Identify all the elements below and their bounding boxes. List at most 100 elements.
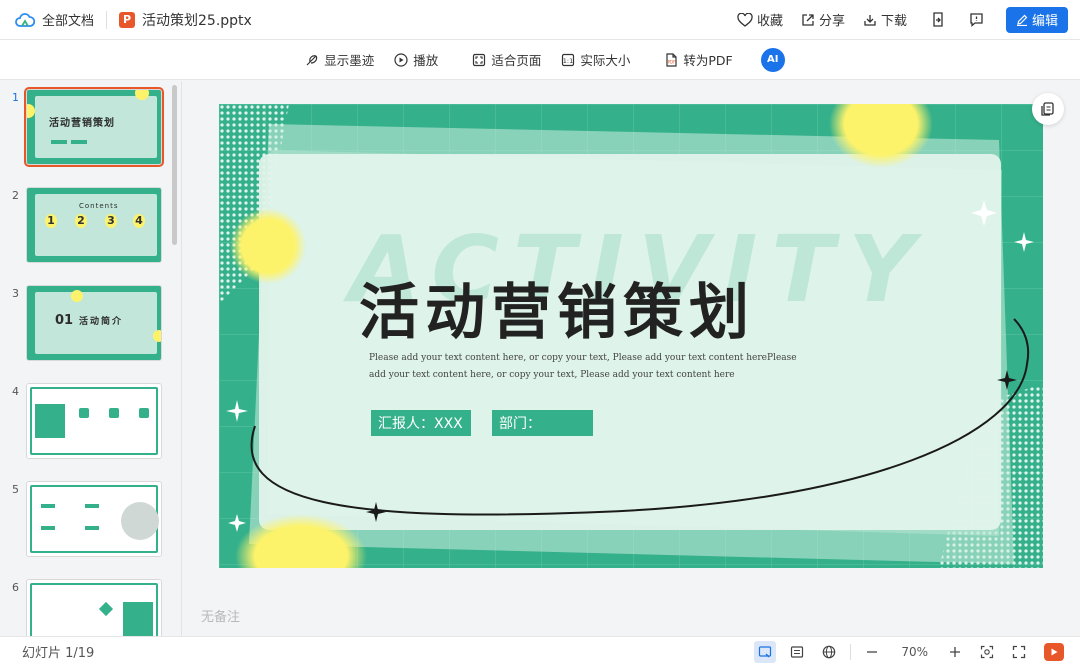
thumbnail-tag: [41, 526, 55, 530]
comment-button[interactable]: [969, 12, 984, 27]
thumbnail-tag: [85, 504, 99, 508]
language-button[interactable]: [818, 641, 840, 663]
thumbnail-4[interactable]: 4: [0, 375, 181, 459]
actual-size-button[interactable]: 1:1 实际大小: [561, 50, 630, 69]
thumbnail-preview[interactable]: [26, 481, 162, 557]
share-button[interactable]: 分享: [801, 10, 845, 29]
thumbnail-preview[interactable]: [26, 383, 162, 459]
yellow-dot: [71, 290, 83, 302]
edit-button[interactable]: 编辑: [1006, 6, 1068, 33]
export-icon: [933, 12, 943, 27]
thumbnail-icon: [79, 408, 89, 418]
svg-text:PDF: PDF: [668, 59, 676, 64]
file-name: 活动策划25.pptx: [142, 12, 252, 29]
slide-thumbnails-panel[interactable]: 1 活动营销策划 2 Contents 1 2 3 4 3 01 活动简介 4 …: [0, 81, 182, 636]
current-slide[interactable]: ACTIVITY 活动营销策划 Please add your text con…: [219, 104, 1043, 568]
slide-view-icon: [759, 645, 772, 657]
thumbnail-1[interactable]: 1 活动营销策划: [0, 81, 181, 167]
thumbnail-number: 1: [12, 91, 19, 104]
zoom-level[interactable]: 70%: [901, 645, 928, 659]
thumbnail-block: [35, 404, 65, 438]
download-label: 下载: [880, 14, 907, 29]
contents-item: 3: [105, 214, 117, 228]
play-button[interactable]: 播放: [394, 50, 438, 69]
notes-view-button[interactable]: [786, 641, 808, 663]
yellow-dot: [27, 104, 35, 118]
thumbnail-block: [123, 602, 153, 636]
divider: [850, 643, 852, 660]
notes-icon: [791, 645, 804, 658]
fullscreen-button[interactable]: [1008, 641, 1030, 663]
thumbnail-tag: [51, 140, 67, 144]
zoom-in-button[interactable]: [944, 641, 966, 663]
thumbnail-preview[interactable]: 活动营销策划: [24, 87, 164, 167]
thumbnail-preview[interactable]: [26, 579, 162, 636]
actual-size-label: 实际大小: [580, 53, 631, 68]
yellow-dot: [153, 330, 161, 342]
zoom-out-button[interactable]: [861, 641, 883, 663]
normal-view-button[interactable]: [754, 640, 777, 663]
export-button[interactable]: [931, 12, 945, 27]
comment-icon: [970, 13, 983, 27]
thumbnail-preview[interactable]: Contents 1 2 3 4: [26, 187, 162, 263]
status-bar: 幻灯片 1/19 70%: [0, 636, 1080, 666]
thumbnail-2[interactable]: 2 Contents 1 2 3 4: [0, 179, 181, 263]
fit-page-button[interactable]: 适合页面: [472, 50, 541, 69]
divider: [106, 10, 108, 29]
slide-title: 活动营销策划: [359, 278, 755, 348]
ai-icon: AI: [766, 54, 779, 65]
heart-icon: [737, 12, 753, 27]
slide-tools-button[interactable]: [1032, 93, 1064, 125]
show-ink-label: 显示墨迹: [324, 53, 375, 68]
reporter-tag: 汇报人：XXX: [371, 410, 471, 436]
play-icon: [1051, 648, 1058, 655]
play-label: 播放: [413, 53, 439, 68]
download-icon: [864, 14, 876, 26]
fit-icon: [980, 645, 994, 658]
convert-pdf-label: 转为PDF: [683, 53, 733, 68]
share-icon: [802, 13, 814, 26]
cloud-logo-icon[interactable]: [14, 9, 36, 31]
plus-icon: [950, 646, 960, 657]
fit-page-label: 适合页面: [491, 53, 542, 68]
fit-window-button[interactable]: [976, 641, 998, 663]
notes-placeholder[interactable]: 无备注: [201, 606, 240, 625]
thumbnail-number: 4: [12, 385, 19, 398]
thumbnail-number: 3: [12, 287, 19, 300]
thumbnail-number: 5: [12, 483, 19, 496]
slideshow-play-button[interactable]: [1044, 642, 1064, 661]
contents-item: 4: [133, 214, 145, 228]
favorite-label: 收藏: [756, 14, 783, 29]
feather-icon: [306, 54, 318, 65]
slide-counter: 幻灯片 1/19: [22, 646, 95, 661]
thumbnail-title: 活动营销策划: [49, 118, 115, 129]
slide-body-line-2: add your text content here, or copy your…: [369, 370, 735, 380]
play-circle-icon: [394, 52, 408, 67]
contents-item: 2: [75, 214, 87, 228]
slide-viewer: ACTIVITY 活动营销策划 Please add your text con…: [183, 81, 1080, 636]
thumbnail-6[interactable]: 6: [0, 571, 181, 636]
copy-slide-icon: [1041, 102, 1054, 116]
thumbnail-tag: [85, 526, 99, 530]
edit-label: 编辑: [1031, 14, 1058, 29]
department-tag: 部门：: [492, 410, 593, 436]
thumbnail-3[interactable]: 3 01 活动简介: [0, 277, 181, 361]
contents-item: 1: [45, 214, 57, 228]
download-button[interactable]: 下载: [863, 10, 907, 29]
thumbnail-tag: [41, 504, 55, 508]
favorite-button[interactable]: 收藏: [737, 10, 783, 29]
share-label: 分享: [818, 14, 845, 29]
thumbnail-preview[interactable]: 01 活动简介: [26, 285, 162, 361]
all-documents-link[interactable]: 全部文档: [42, 10, 94, 29]
pdf-icon: PDF: [666, 52, 677, 67]
show-ink-button[interactable]: 显示墨迹: [305, 50, 374, 69]
thumbnail-5[interactable]: 5: [0, 473, 181, 557]
ai-assistant-button[interactable]: AI: [760, 47, 785, 72]
thumbnail-title: Contents: [79, 202, 119, 210]
thumbnail-number: 2: [12, 189, 19, 202]
thumbnail-tag: [71, 140, 87, 144]
thumbnail-photo: [121, 502, 159, 540]
thumbnail-title: 活动简介: [79, 317, 124, 327]
thumbnail-icon: [139, 408, 149, 418]
convert-pdf-button[interactable]: PDF 转为PDF: [664, 50, 733, 69]
